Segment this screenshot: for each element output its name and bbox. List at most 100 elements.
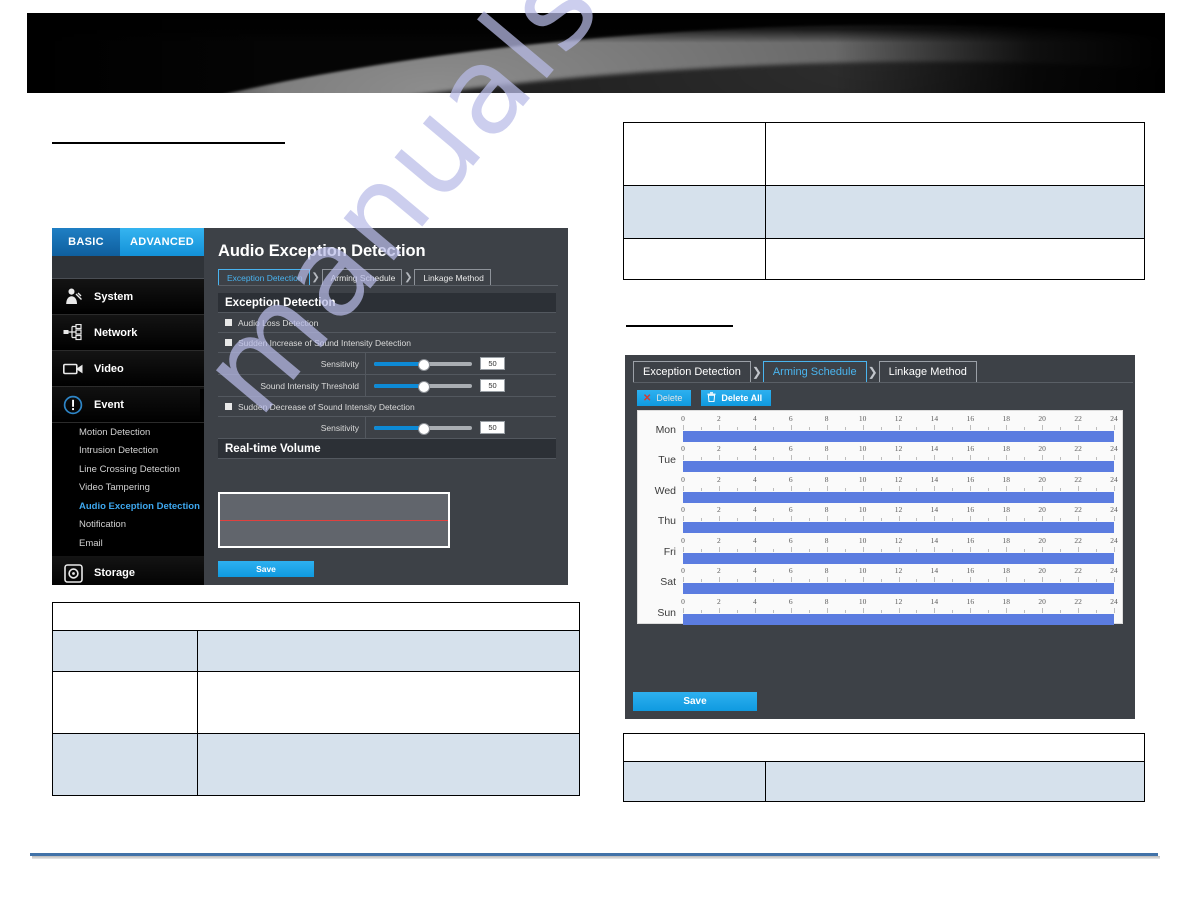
- hour-tick-label: 24: [1110, 413, 1118, 423]
- hour-tick-label: 16: [966, 505, 975, 514]
- weekly-schedule-grid[interactable]: Mon 0 2 4 6 8 10 12 14 16 18 20 22 24 Tue 0 2 4 6 8 10 12 14 16…: [637, 410, 1123, 625]
- schedule-row-mon[interactable]: Mon 0 2 4 6 8 10 12 14 16 18 20 22 24: [638, 411, 1122, 442]
- sidebar-item-notification[interactable]: Notification: [52, 515, 204, 534]
- sidebar-item-email[interactable]: Email: [52, 534, 204, 553]
- armed-period-bar[interactable]: [683, 552, 1114, 564]
- armed-period-bar[interactable]: [683, 522, 1114, 533]
- schedule-row-sat[interactable]: Sat 0 2 4 6 8 10 12 14 16 18 20 22 24: [638, 564, 1122, 594]
- sidebar-item-motion-detection[interactable]: Motion Detection: [52, 423, 204, 442]
- save-button[interactable]: Save: [218, 561, 314, 577]
- hour-tick-mark: [1006, 577, 1008, 582]
- checkbox-icon[interactable]: [225, 339, 232, 346]
- day-timeline[interactable]: 0 2 4 6 8 10 12 14 16 18 20 22 24: [681, 597, 1118, 625]
- day-timeline[interactable]: 0 2 4 6 8 10 12 14 16 18 20 22 24: [681, 444, 1118, 472]
- hour-tick-mark: [1006, 485, 1008, 491]
- sound-intensity-threshold-value[interactable]: 50: [480, 379, 505, 392]
- sidebar-item-video-tampering[interactable]: Video Tampering: [52, 478, 204, 497]
- checkbox-label: Audio Loss Detection: [238, 317, 319, 328]
- sidebar-item-video[interactable]: Video: [52, 351, 204, 387]
- sensitivity-value[interactable]: 50: [480, 357, 505, 370]
- slider-row-sound-intensity-threshold[interactable]: Sound Intensity Threshold 50: [218, 374, 556, 397]
- checkbox-row-sudden-decrease[interactable]: Sudden Decrease of Sound Intensity Detec…: [218, 397, 556, 417]
- hour-tick-mark: [970, 485, 972, 491]
- day-timeline[interactable]: 0 2 4 6 8 10 12 14 16 18 20 22 24: [681, 413, 1118, 442]
- hour-tick-label: 6: [788, 566, 793, 575]
- armed-period-bar[interactable]: [683, 430, 1114, 442]
- hour-tick-mark-minor: [1060, 579, 1062, 582]
- screenshot-arming-schedule: Exception Detection ❯ Arming Schedule ❯ …: [625, 355, 1135, 719]
- armed-period-bar[interactable]: [683, 461, 1114, 472]
- schedule-row-tue[interactable]: Tue 0 2 4 6 8 10 12 14 16 18 20 22 24: [638, 442, 1122, 472]
- hour-tick-mark-minor: [736, 426, 738, 430]
- sidebar-item-intrusion-detection[interactable]: Intrusion Detection: [52, 441, 204, 460]
- hour-tick-mark-minor: [844, 548, 846, 552]
- tab-linkage-method[interactable]: Linkage Method: [878, 361, 977, 382]
- delete-all-button[interactable]: Delete All: [701, 390, 772, 406]
- hour-tick-mark-minor: [880, 426, 882, 430]
- sidebar-item-system[interactable]: System: [52, 279, 204, 315]
- hour-ticks: 0 2 4 6 8 10 12 14 16 18 20 22 24: [681, 474, 1118, 491]
- day-label: Thu: [657, 515, 676, 527]
- day-timeline[interactable]: 0 2 4 6 8 10 12 14 16 18 20 22 24: [681, 474, 1118, 503]
- hour-tick-label: 12: [894, 505, 903, 514]
- slider-knob[interactable]: [418, 380, 430, 393]
- checkbox-icon[interactable]: [225, 403, 232, 410]
- armed-period-bar[interactable]: [683, 583, 1114, 594]
- tab-linkage-method[interactable]: Linkage Method: [414, 269, 491, 285]
- hour-tick-mark-minor: [1060, 548, 1062, 552]
- tab-arming-schedule[interactable]: Arming Schedule: [321, 269, 403, 285]
- x-close-icon: ✕: [643, 392, 652, 404]
- sensitivity-slider[interactable]: [374, 358, 472, 371]
- checkbox-row-sudden-increase[interactable]: Sudden Increase of Sound Intensity Detec…: [218, 333, 556, 353]
- hour-tick-label: 20: [1038, 444, 1046, 453]
- sensitivity-value[interactable]: 50: [480, 421, 505, 434]
- hour-tick-mark-minor: [952, 518, 954, 521]
- hour-tick-mark: [826, 455, 828, 460]
- sidebar-item-storage[interactable]: Storage: [52, 555, 204, 585]
- hour-tick-mark-minor: [736, 518, 738, 521]
- sidebar-item-line-crossing-detection[interactable]: Line Crossing Detection: [52, 460, 204, 479]
- hour-tick-mark-minor: [700, 609, 702, 613]
- schedule-row-sun[interactable]: Sun 0 2 4 6 8 10 12 14 16 18 20 22 24: [638, 594, 1122, 625]
- slider-knob[interactable]: [418, 358, 430, 371]
- checkbox-icon[interactable]: [225, 319, 232, 326]
- schedule-row-fri[interactable]: Fri 0 2 4 6 8 10 12 14 16 18 20 22 24: [638, 533, 1122, 564]
- save-button[interactable]: Save: [633, 692, 757, 711]
- tab-basic[interactable]: BASIC: [52, 228, 120, 256]
- hour-tick-mark: [718, 577, 720, 582]
- hour-tick-mark-minor: [952, 548, 954, 552]
- slider-row-sensitivity-decrease[interactable]: Sensitivity 50: [218, 416, 556, 439]
- tab-exception-detection[interactable]: Exception Detection: [218, 269, 310, 285]
- parameter-table-bottom-left: [52, 602, 580, 796]
- tab-exception-detection[interactable]: Exception Detection: [633, 361, 751, 382]
- day-timeline[interactable]: 0 2 4 6 8 10 12 14 16 18 20 22 24: [681, 566, 1118, 594]
- tab-arming-schedule[interactable]: Arming Schedule: [762, 361, 867, 382]
- hour-tick-label: 14: [930, 413, 939, 423]
- slider-row-sensitivity-increase[interactable]: Sensitivity 50: [218, 352, 556, 375]
- slider-knob[interactable]: [418, 422, 430, 435]
- hour-tick-mark-minor: [772, 609, 774, 613]
- schedule-row-wed[interactable]: Wed 0 2 4 6 8 10 12 14 16 18 20 22 24: [638, 472, 1122, 503]
- delete-button[interactable]: ✕ Delete: [637, 390, 692, 406]
- hour-tick-mark: [970, 546, 972, 552]
- tab-advanced[interactable]: ADVANCED: [120, 228, 204, 256]
- sensitivity-slider[interactable]: [374, 422, 472, 435]
- sidebar-item-event[interactable]: Event: [52, 387, 212, 423]
- sidebar-item-network[interactable]: Network: [52, 315, 204, 351]
- sidebar-item-audio-exception-detection[interactable]: Audio Exception Detection: [52, 497, 204, 516]
- hour-tick-mark-minor: [880, 518, 882, 521]
- sound-intensity-threshold-slider[interactable]: [374, 380, 472, 393]
- day-timeline[interactable]: 0 2 4 6 8 10 12 14 16 18 20 22 24: [681, 536, 1118, 564]
- schedule-row-thu[interactable]: Thu 0 2 4 6 8 10 12 14 16 18 20 22 24: [638, 503, 1122, 533]
- hour-tick-mark: [718, 424, 720, 430]
- exclamation-circle-icon: [62, 394, 84, 416]
- hour-tick-mark-minor: [772, 579, 774, 582]
- hour-tick-mark-minor: [844, 487, 846, 491]
- hour-tick-label: 6: [788, 474, 793, 484]
- checkbox-row-audio-loss-detection[interactable]: Audio Loss Detection: [218, 313, 556, 333]
- hour-tick-label: 2: [717, 505, 721, 514]
- armed-period-bar[interactable]: [683, 491, 1114, 503]
- armed-period-bar[interactable]: [683, 613, 1114, 625]
- day-timeline[interactable]: 0 2 4 6 8 10 12 14 16 18 20 22 24: [681, 505, 1118, 533]
- hour-tick-mark: [826, 516, 828, 521]
